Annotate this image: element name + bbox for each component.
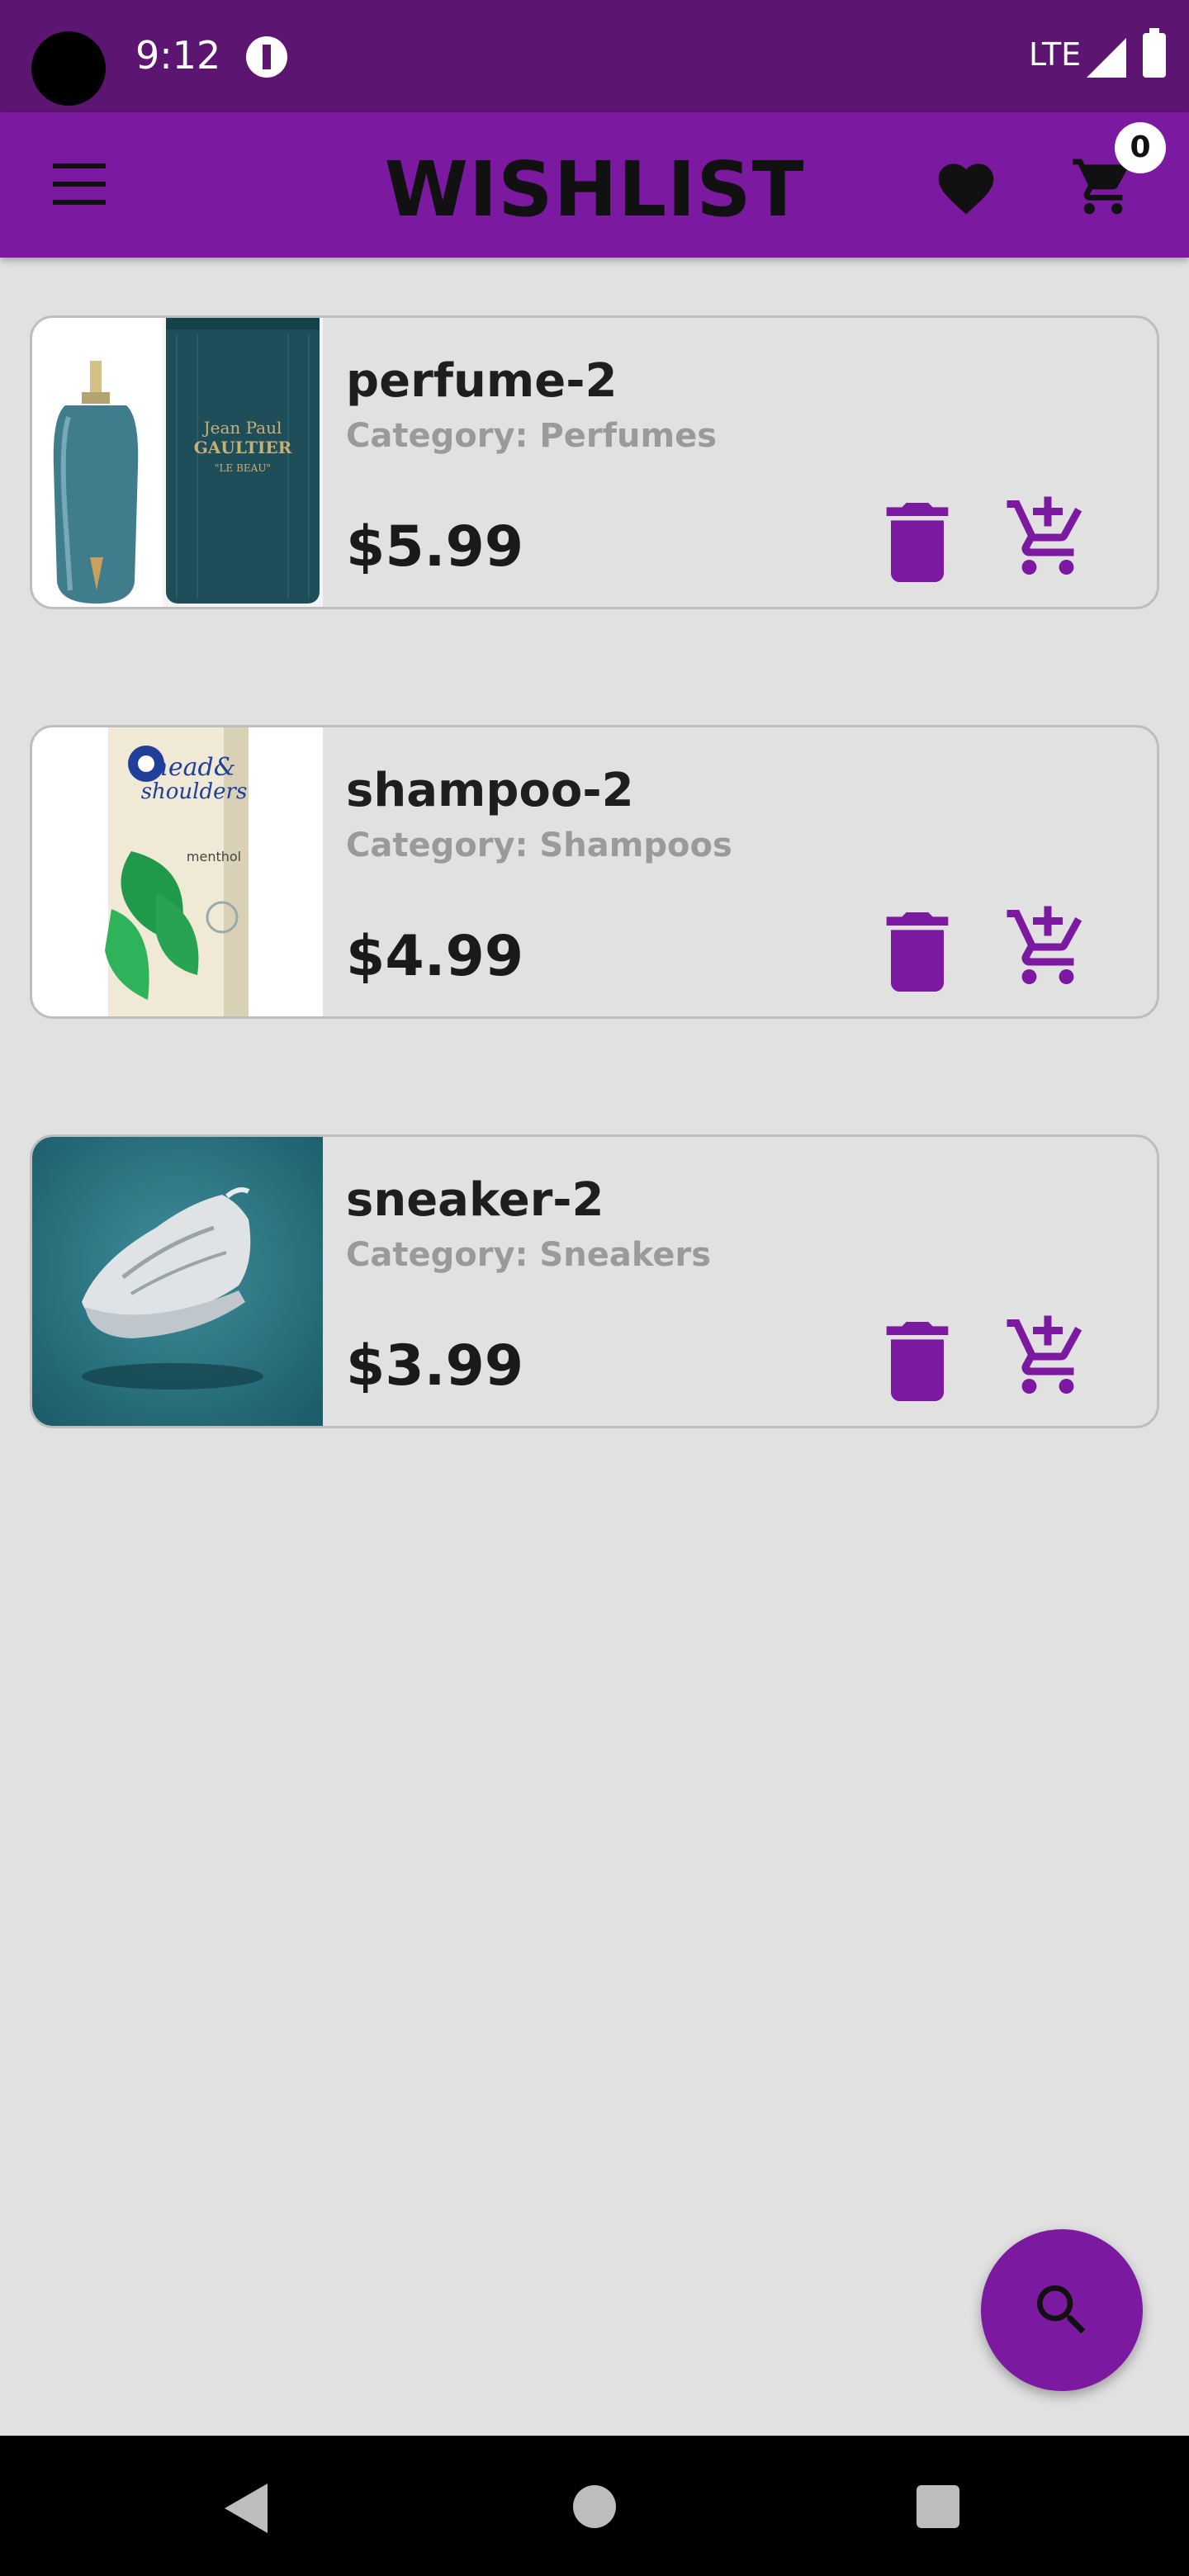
add-to-cart-icon[interactable]	[1003, 902, 1092, 992]
item-name: sneaker-2	[346, 1173, 604, 1227]
svg-text:shoulders: shoulders	[141, 779, 248, 804]
cart-count-badge: 0	[1115, 122, 1166, 173]
wishlist-item-card[interactable]: sneaker-2 Category: Sneakers $3.99	[30, 1134, 1159, 1428]
search-fab-button[interactable]	[981, 2229, 1143, 2391]
item-price: $5.99	[346, 514, 524, 580]
wishlist-item-card[interactable]: head& shoulders menthol shampoo-2 Catego…	[30, 725, 1159, 1019]
item-category: Category: Shampoos	[346, 826, 732, 864]
item-category: Category: Perfumes	[346, 417, 718, 455]
wishlist-item-card[interactable]: Jean Paul GAULTIER "LE BEAU" perfume-2 C…	[30, 315, 1159, 609]
system-nav-bar	[0, 2436, 1189, 2576]
recent-apps-icon[interactable]	[917, 2485, 959, 2528]
svg-text:Jean Paul: Jean Paul	[202, 418, 282, 438]
add-to-cart-icon[interactable]	[1003, 1312, 1092, 1401]
item-price: $3.99	[346, 1333, 524, 1399]
svg-text:GAULTIER: GAULTIER	[194, 438, 292, 457]
signal-icon	[1087, 38, 1126, 78]
item-name: shampoo-2	[346, 764, 634, 817]
delete-icon[interactable]	[884, 1322, 950, 1401]
item-price: $4.99	[346, 924, 524, 989]
battery-icon	[1143, 28, 1166, 78]
network-type-label: LTE	[1029, 36, 1082, 73]
shampoo-bottle-image: head& shoulders menthol	[32, 727, 323, 1016]
notification-app-icon	[246, 36, 287, 78]
app-bar: WISHLIST	[0, 112, 1189, 258]
item-category: Category: Sneakers	[346, 1236, 712, 1274]
item-name: perfume-2	[346, 354, 618, 408]
page-title: WISHLIST	[384, 145, 805, 234]
home-icon[interactable]	[573, 2485, 616, 2528]
perfume-bottle-image: Jean Paul GAULTIER "LE BEAU"	[32, 318, 323, 607]
back-icon[interactable]	[225, 2484, 268, 2533]
search-icon	[1037, 2285, 1086, 2334]
svg-text:head&: head&	[153, 753, 236, 782]
status-time: 9:12	[135, 33, 221, 78]
svg-text:menthol: menthol	[187, 849, 241, 864]
status-bar: 9:12 LTE	[0, 0, 1189, 112]
svg-text:"LE BEAU": "LE BEAU"	[215, 462, 271, 474]
heart-icon[interactable]	[933, 155, 999, 216]
camera-cutout	[31, 31, 106, 106]
sneaker-image	[32, 1137, 323, 1426]
delete-icon[interactable]	[884, 503, 950, 582]
add-to-cart-icon[interactable]	[1003, 493, 1092, 582]
delete-icon[interactable]	[884, 912, 950, 992]
